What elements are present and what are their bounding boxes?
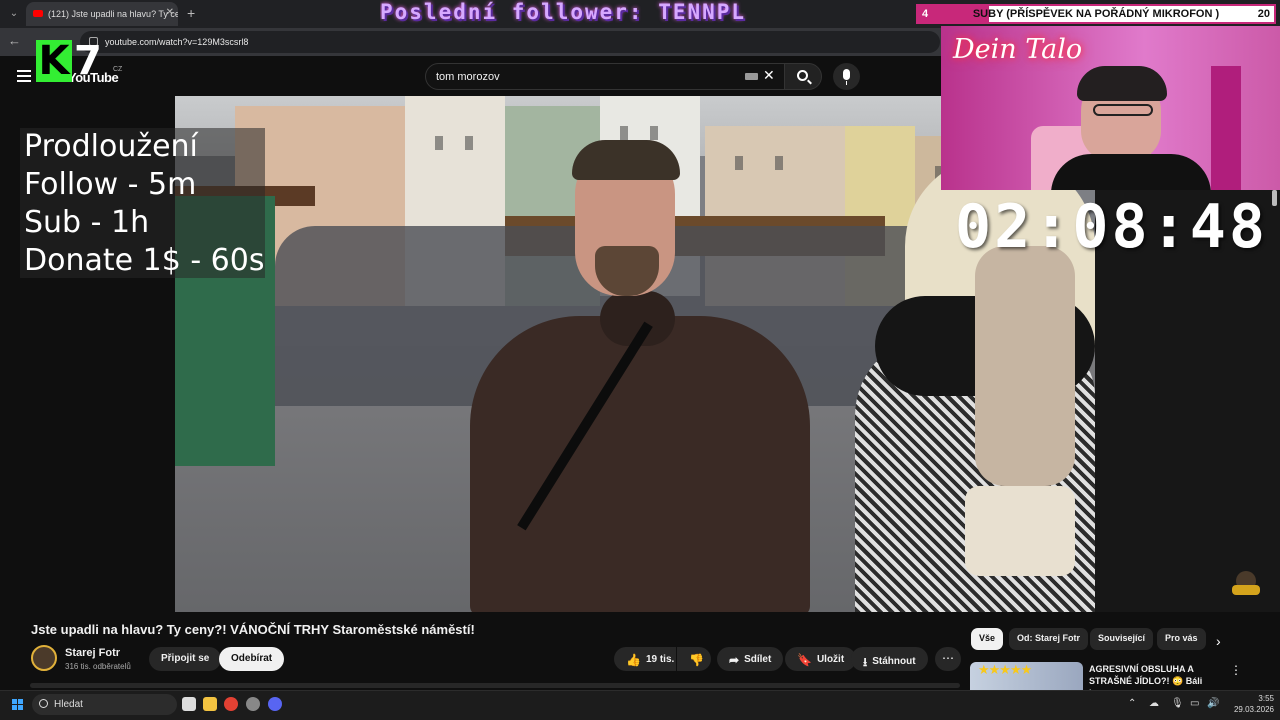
extension-heading: Prodloužení	[24, 129, 198, 164]
clock-time: 3:55	[1258, 694, 1274, 703]
countdown-timer: 02:08:48	[955, 192, 1268, 262]
tray-chevron-up-icon[interactable]: ⌃	[1128, 698, 1136, 709]
download-icon: ⭳	[863, 655, 868, 669]
tray-network-icon[interactable]: ☁	[1149, 698, 1159, 709]
subscribe-button[interactable]: Odebírat	[219, 647, 285, 671]
video-handbag	[965, 486, 1075, 576]
more-actions-icon[interactable]: ⋯	[935, 647, 961, 671]
thumbs-down-icon: 👎	[689, 653, 704, 667]
address-bar[interactable]: youtube.com/watch?v=129M3scsrl8	[80, 31, 940, 53]
kebab-menu-icon[interactable]: ⋮	[1230, 663, 1242, 677]
video-presenter-hair	[572, 140, 680, 180]
chip-for-you[interactable]: Pro vás	[1157, 628, 1206, 650]
channel-name[interactable]: Starej Fotr	[65, 647, 120, 659]
join-button[interactable]: Připojit se	[149, 647, 222, 671]
url-text: youtube.com/watch?v=129M3scsrl8	[105, 37, 249, 47]
like-count: 19 tis.	[645, 654, 675, 665]
chip-related[interactable]: Související	[1090, 628, 1154, 650]
extension-sub: Sub - 1h	[24, 205, 150, 240]
building-window	[775, 156, 783, 170]
building-window	[735, 156, 743, 170]
tray-volume-icon[interactable]: 🔊	[1207, 698, 1219, 709]
chip-all[interactable]: Vše	[971, 628, 1004, 650]
youtube-favicon-icon	[33, 10, 43, 17]
search-icon	[797, 70, 808, 81]
task-view-icon[interactable]	[182, 697, 196, 711]
close-tab-icon[interactable]: ✕	[166, 7, 174, 18]
save-label: Uložit	[816, 654, 845, 665]
neon-sign: Dein Talo	[953, 34, 1083, 65]
video-title: Jste upadli na hlavu? Ty ceny?! VÁNOČNÍ …	[31, 622, 475, 637]
chrome-icon[interactable]	[224, 697, 238, 711]
clear-search-icon[interactable]: ✕	[763, 67, 775, 84]
download-label: Stáhnout	[872, 656, 916, 667]
taskbar-search-placeholder: Hledat	[54, 699, 83, 710]
clock-date: 29.03.2026	[1233, 705, 1274, 714]
taskbar-search-input[interactable]: Hledat	[32, 694, 177, 715]
building-window	[435, 136, 443, 150]
building-window	[620, 126, 628, 140]
channel-avatar[interactable]	[31, 645, 57, 671]
goal-current: 4	[922, 8, 929, 20]
video-presenter-jacket	[470, 316, 810, 612]
region-code: CZ	[113, 66, 123, 73]
join-button-label: Připojit se	[161, 653, 210, 664]
share-arrow-icon: ➦	[729, 653, 740, 667]
last-follower-banner: Poslední follower: TENNPL	[380, 0, 747, 24]
save-button[interactable]: 🔖 Uložit	[785, 647, 857, 671]
chevron-right-icon[interactable]: ›	[1216, 633, 1221, 649]
subscriber-count: 316 tis. odběratelů	[65, 662, 131, 671]
subscribe-button-label: Odebírat	[231, 653, 273, 664]
keyboard-icon[interactable]	[745, 73, 758, 80]
webcam-feed: Dein Talo	[941, 26, 1280, 190]
goal-label: SUBY (PŘÍSPĚVEK NA POŘÁDNÝ MIKROFON )	[972, 8, 1220, 20]
search-button[interactable]	[784, 63, 822, 90]
k7-logo-overlay: K 7	[36, 38, 108, 84]
extension-follow: Follow - 5m	[24, 167, 197, 202]
new-tab-plus-icon[interactable]: +	[187, 5, 195, 21]
subscriber-goal-bar: SUBY (PŘÍSPĚVEK NA POŘÁDNÝ MIKROFON ) 4 …	[916, 4, 1276, 24]
recommendation-thumbnail[interactable]: ★★★★★	[970, 662, 1083, 690]
dislike-button[interactable]: 👎	[677, 647, 711, 671]
channel-watermark-icon[interactable]	[1232, 571, 1262, 599]
building-window	[465, 136, 473, 150]
chip-from-channel[interactable]: Od: Starej Fotr	[1009, 628, 1089, 650]
building-window	[650, 126, 658, 140]
share-label: Sdílet	[744, 654, 772, 665]
bookmark-icon: 🔖	[797, 653, 812, 667]
like-button[interactable]: 👍 19 tis.	[614, 647, 676, 671]
file-explorer-icon[interactable]	[203, 697, 217, 711]
windows-start-icon[interactable]	[12, 699, 24, 711]
search-icon	[39, 699, 48, 708]
download-button[interactable]: ⭳ Stáhnout	[851, 647, 928, 671]
k7-logo-seven: 7	[74, 38, 102, 84]
webcam-glasses	[1093, 104, 1153, 116]
menu-hamburger-icon[interactable]	[17, 70, 31, 82]
search-input[interactable]: tom morozov	[425, 63, 785, 90]
tray-microphone-icon[interactable]: 🎙	[1171, 698, 1184, 709]
k7-logo-k: K	[36, 40, 72, 82]
obs-icon[interactable]	[246, 697, 260, 711]
voice-search-mic-icon[interactable]	[833, 63, 860, 90]
webcam-door	[1211, 66, 1241, 190]
tray-display-icon[interactable]: ▭	[1190, 698, 1199, 709]
scrollbar-thumb[interactable]	[1272, 190, 1277, 206]
webcam-streamer-hair	[1077, 66, 1167, 101]
share-button[interactable]: ➦ Sdílet	[717, 647, 784, 671]
rating-stars: ★★★★★	[978, 662, 1032, 677]
discord-icon[interactable]	[268, 697, 282, 711]
goal-target: 20	[1257, 8, 1270, 20]
tab-list-chevron-icon[interactable]: ⌄	[6, 6, 22, 22]
back-arrow-icon[interactable]: ←	[8, 33, 21, 48]
extension-donate: Donate 1$ - 60s	[24, 243, 265, 278]
video-scarf	[975, 246, 1075, 486]
thumbs-up-icon: 👍	[626, 653, 641, 667]
search-input-value: tom morozov	[436, 71, 500, 83]
browser-tab[interactable]: (121) Jste upadli na hlavu? Ty ce ✕	[26, 2, 178, 26]
tab-title: (121) Jste upadli na hlavu? Ty ce	[48, 9, 178, 19]
taskbar-clock[interactable]: 3:55 29.03.2026	[1226, 693, 1274, 715]
description-box-edge	[30, 683, 960, 688]
webcam-streamer-shirt	[1051, 154, 1211, 190]
